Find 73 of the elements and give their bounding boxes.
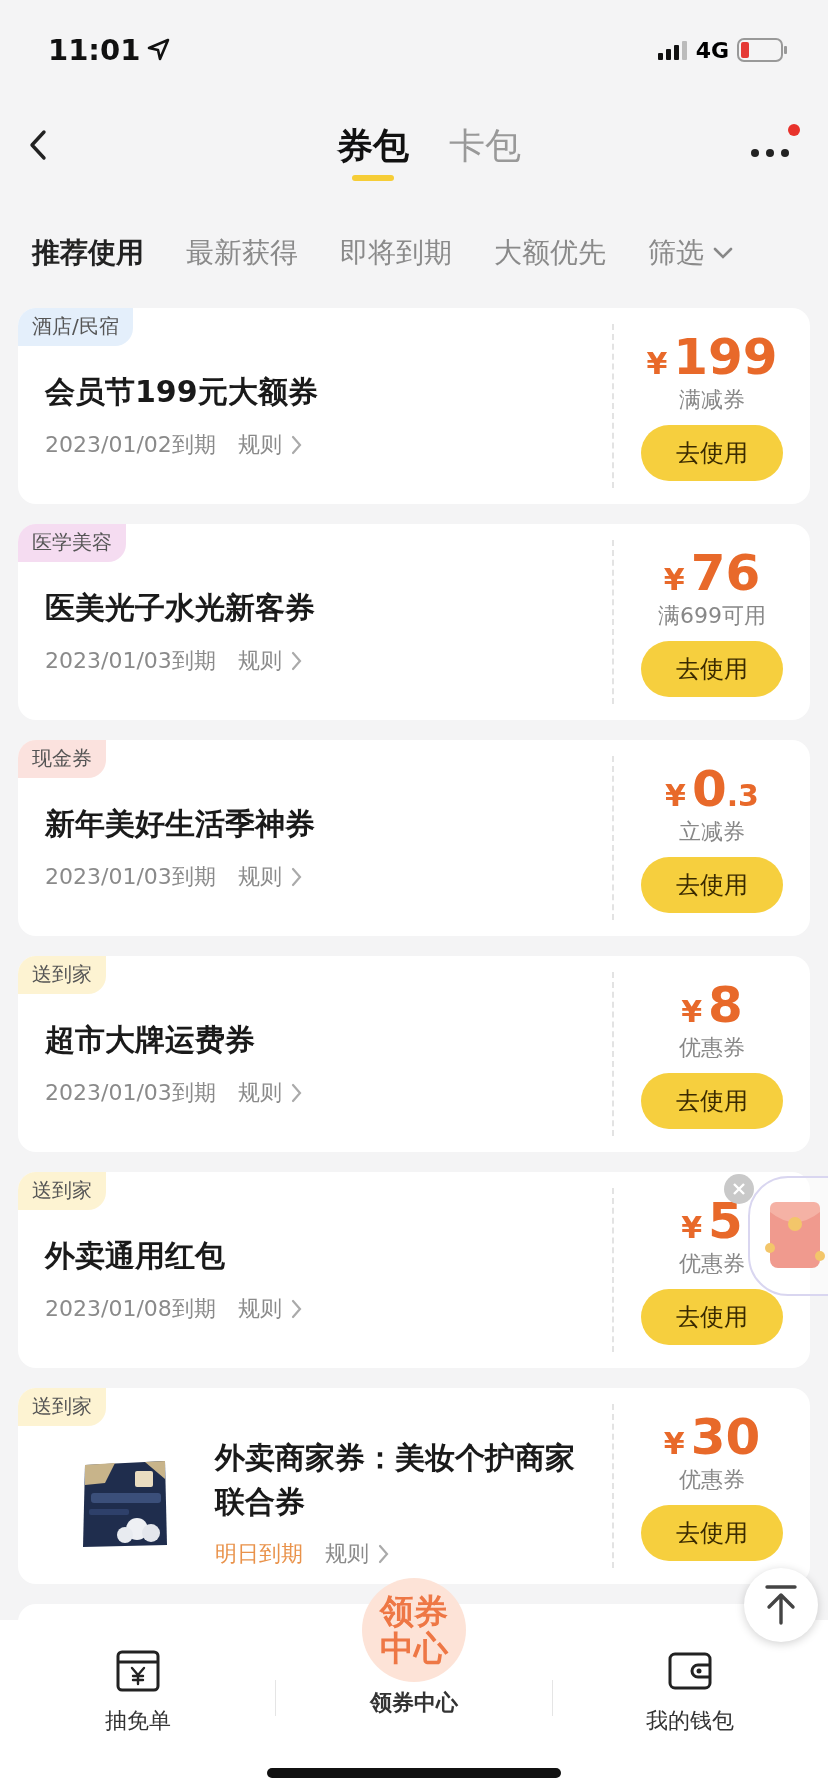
status-time: 11:01	[48, 33, 141, 67]
expiry-date: 2023/01/03到期	[45, 1078, 216, 1107]
category-tag: 送到家	[18, 1172, 106, 1210]
tab[interactable]: 券包	[335, 122, 411, 185]
category-tag: 医学美容	[18, 524, 126, 562]
rules-link[interactable]: 规则	[237, 645, 303, 676]
close-icon	[731, 1181, 747, 1197]
filter-tab[interactable]: 大额优先	[494, 233, 606, 272]
expiry-date: 明日到期	[215, 1540, 303, 1568]
coupon-title: 会员节199元大额券	[45, 373, 318, 412]
nav-item[interactable]: 抽免单	[0, 1650, 276, 1736]
rules-link[interactable]: 规则	[237, 429, 303, 460]
network-type: 4G	[695, 37, 729, 63]
use-button[interactable]: 去使用	[641, 641, 783, 698]
coupon-title: 超市大牌运费券	[45, 1021, 256, 1060]
category-tag: 酒店/民宿	[18, 308, 133, 346]
chevron-right-icon	[289, 1297, 303, 1320]
filter-tab[interactable]: 即将到期	[340, 233, 452, 272]
coupon-amount: 8	[708, 978, 743, 1032]
tab[interactable]: 卡包	[447, 122, 523, 185]
chevron-right-icon	[289, 1081, 303, 1104]
coupon-condition: 优惠券	[679, 1250, 745, 1279]
coupon-amount: 5	[708, 1194, 743, 1248]
expiry-date: 2023/01/02到期	[45, 430, 216, 459]
currency-symbol: ¥	[646, 345, 668, 381]
coupon-title: 医美光子水光新客券	[45, 589, 315, 628]
use-button[interactable]: 去使用	[641, 1505, 783, 1562]
rules-link[interactable]: 规则	[237, 861, 303, 892]
battery-icon	[737, 38, 788, 62]
filter-tab[interactable]: 推荐使用	[32, 233, 144, 272]
coupon-center-badge[interactable]: 领券中心	[362, 1578, 466, 1682]
rules-link[interactable]: 规则	[237, 1077, 303, 1108]
coupon-condition: 立减券	[679, 818, 745, 847]
category-tag: 现金券	[18, 740, 106, 778]
chevron-right-icon	[289, 649, 303, 672]
nav-item[interactable]: 领券中心 领券中心	[276, 1578, 552, 1718]
filter-tab[interactable]: 筛选	[648, 233, 734, 272]
coupon-title: 新年美好生活季神券	[45, 805, 315, 844]
currency-symbol: ¥	[681, 993, 703, 1029]
currency-symbol: ¥	[665, 777, 686, 813]
coupon-amount-decimal: .3	[726, 777, 759, 813]
coupon-amount: 76	[690, 546, 761, 600]
expiry-date: 2023/01/08到期	[45, 1294, 216, 1323]
coupon-title: 外卖商家券：美妆个护商家联合券	[215, 1439, 576, 1521]
signal-icon	[657, 39, 688, 61]
coupon-amount: 0	[691, 762, 727, 816]
use-button[interactable]: 去使用	[641, 1073, 783, 1130]
expiry-date: 2023/01/03到期	[45, 646, 216, 675]
coupon-condition: 优惠券	[679, 1466, 745, 1495]
coupon-amount: 30	[690, 1410, 761, 1464]
chevron-right-icon	[289, 865, 303, 888]
use-button[interactable]: 去使用	[641, 425, 783, 482]
category-tag: 送到家	[18, 1388, 106, 1426]
category-tag: 送到家	[18, 956, 106, 994]
nav-item[interactable]: 我的钱包	[552, 1650, 828, 1736]
chevron-right-icon	[289, 433, 303, 456]
rules-link[interactable]: 规则	[237, 1293, 303, 1324]
coupon-condition: 满减券	[679, 386, 745, 415]
currency-symbol: ¥	[663, 561, 685, 597]
use-button[interactable]: 去使用	[641, 857, 783, 914]
chevron-right-icon	[377, 1543, 390, 1565]
wallet-icon	[668, 1650, 713, 1692]
coupon-condition: 优惠券	[679, 1034, 745, 1063]
use-button[interactable]: 去使用	[641, 1289, 783, 1346]
coupon-title: 外卖通用红包	[45, 1237, 226, 1276]
coupon-amount: 199	[673, 330, 778, 384]
currency-symbol: ¥	[663, 1425, 685, 1461]
currency-symbol: ¥	[681, 1209, 703, 1245]
filter-tab[interactable]: 最新获得	[186, 233, 298, 272]
wallet-yen-icon	[115, 1650, 160, 1692]
expiry-date: 2023/01/03到期	[45, 862, 216, 891]
coupon-condition: 满699可用	[658, 602, 766, 631]
rules-link[interactable]: 规则	[325, 1539, 390, 1569]
